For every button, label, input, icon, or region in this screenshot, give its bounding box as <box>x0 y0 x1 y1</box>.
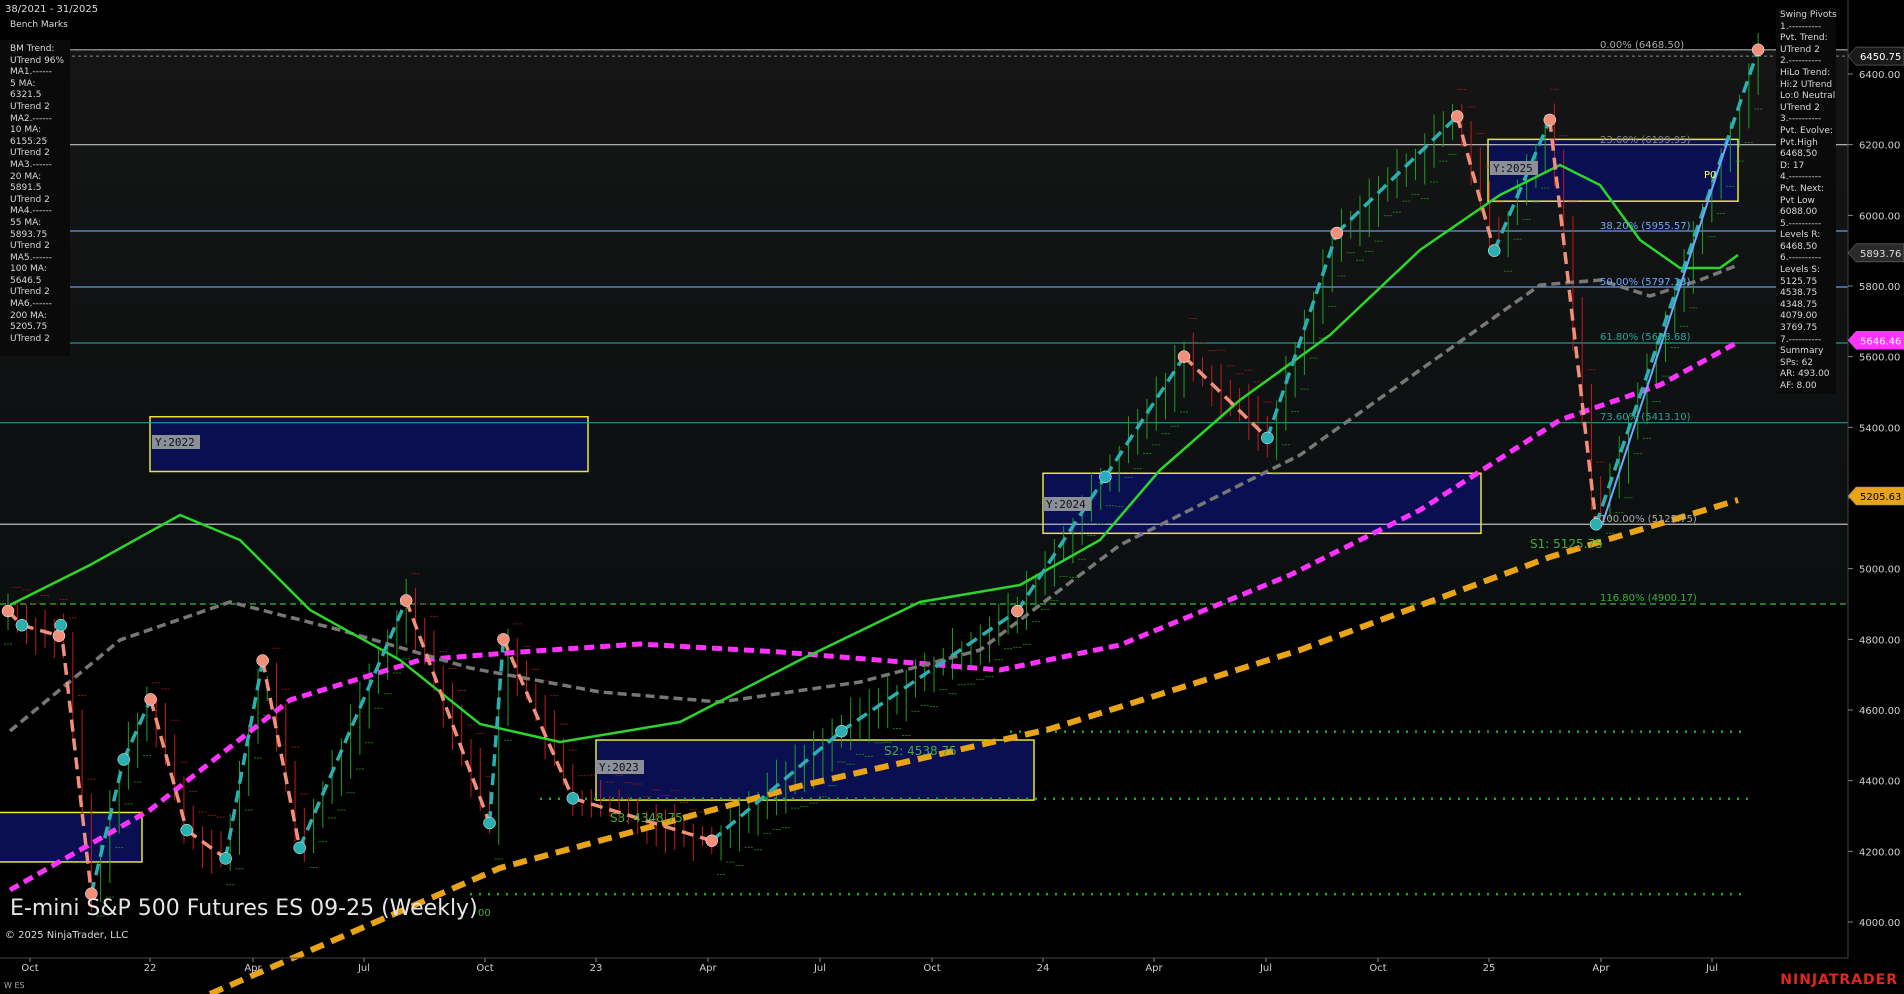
benchmarks-panel: BM Trend: UTrend 96% MA1.------ 5 MA: 63… <box>0 40 70 356</box>
x-tick-label: Apr <box>1145 963 1163 974</box>
swing-leg <box>260 660 302 849</box>
price-tag-label: 5893.76 <box>1860 249 1901 260</box>
swing-high-dot <box>1543 113 1557 127</box>
benchmarks-text: BM Trend: UTrend 96% MA1.------ 5 MA: 63… <box>10 44 65 344</box>
y-tick-label: 5600.00 <box>1859 353 1900 364</box>
x-tick-label: Jul <box>1705 963 1718 974</box>
y-tick-label: 4000.00 <box>1859 918 1900 929</box>
y-tick-label: 4400.00 <box>1859 777 1900 788</box>
swing-pivots-panel: Swing Pivots 1.---------- Pvt. Trend: UT… <box>1776 8 1837 394</box>
x-tick-label: Oct <box>923 963 940 974</box>
y-tick-label: 5000.00 <box>1859 565 1900 576</box>
swing-high-dot <box>144 693 157 706</box>
swing-leg <box>223 660 265 859</box>
y-tick-label: 5800.00 <box>1859 282 1900 293</box>
swing-leg <box>185 828 227 860</box>
swing-leg <box>487 639 506 824</box>
chart-title: E-mini S&P 500 Futures ES 09-25 (Weekly) <box>10 896 478 921</box>
y-tick-label: 4200.00 <box>1859 847 1900 858</box>
swing-high-dot <box>52 629 66 643</box>
x-tick-label: Oct <box>476 963 493 974</box>
y-tick-label: 6400.00 <box>1859 70 1900 81</box>
year-label: Y:2022 <box>155 436 195 449</box>
x-tick-label: Apr <box>244 963 262 974</box>
level-label: 61.80% (5638.68) <box>1600 332 1691 343</box>
swing-low-dot <box>835 724 848 738</box>
price-chart[interactable]: 0.00% (6468.50) 23.60% (6199.95) 38.20% (5… <box>0 0 1904 994</box>
x-tick-label: Apr <box>1592 963 1610 974</box>
y-tick-label: 4600.00 <box>1859 706 1900 717</box>
instrument-label: W ES <box>4 981 25 990</box>
level-label: 100.00% (5125.75) <box>1600 514 1697 525</box>
swing-leg <box>298 599 408 849</box>
x-tick-label: 22 <box>144 963 157 974</box>
swing-high-dot <box>1751 43 1765 57</box>
swing-high-dot <box>1450 110 1464 123</box>
level-label: 0.00% (6468.50) <box>1600 40 1684 51</box>
year-label: Y:2024 <box>1046 498 1086 511</box>
price-tag-label: 5646.46 <box>1860 336 1901 347</box>
y-tick-label: 4800.00 <box>1859 635 1900 646</box>
swing-high-dot <box>1177 350 1191 363</box>
date-range: 38/2021 - 31/2025 <box>5 4 99 15</box>
price-tag-label: 5205.63 <box>1860 492 1901 503</box>
swing-low-dot <box>117 753 130 766</box>
level-label: 00 <box>478 908 491 919</box>
swing-high-dot <box>1011 604 1024 618</box>
copyright: © 2025 NinjaTrader, LLC <box>5 930 129 941</box>
swing-leg <box>148 698 189 831</box>
swing-high-dot <box>1 604 15 618</box>
x-tick-label: Oct <box>21 963 38 974</box>
swing-low-dot <box>566 792 580 805</box>
swing-low-dot <box>1099 470 1112 484</box>
swing-low-dot <box>219 852 232 865</box>
level-label: P0 <box>1704 170 1716 181</box>
y-tick-label: 6200.00 <box>1859 141 1900 152</box>
swing-low-dot <box>1487 244 1501 257</box>
year-label: Y:2025 <box>1493 162 1533 175</box>
x-tick-label: Oct <box>1369 963 1386 974</box>
year-box <box>149 415 589 473</box>
y-tick-label: 6000.00 <box>1859 211 1900 222</box>
level-label: 116.80% (4900.17) <box>1600 593 1697 604</box>
x-tick-label: 25 <box>1483 963 1496 974</box>
swing-low-dot <box>15 618 29 632</box>
level-label: S3: 4348.75 <box>610 811 683 825</box>
level-label: S1: 5125.75 <box>1530 537 1603 551</box>
swing-low-dot <box>293 841 306 855</box>
swing-low-dot <box>1261 431 1274 445</box>
level-label: 73.60% (5413.10) <box>1600 412 1691 423</box>
swing-pivots-text: Swing Pivots 1.---------- Pvt. Trend: UT… <box>1780 10 1837 391</box>
x-tick-label: Jul <box>357 963 370 974</box>
x-tick-label: Jul <box>813 963 826 974</box>
bench-marks-label: Bench Marks <box>10 20 68 30</box>
swing-low-dot <box>54 618 68 632</box>
swing-high-dot <box>399 594 413 607</box>
x-tick-label: Apr <box>699 963 717 974</box>
swing-high-dot <box>256 654 269 667</box>
swing-high-dot <box>705 834 719 847</box>
year-label: Y:2023 <box>599 761 639 774</box>
level-label: 38.20% (5955.57) <box>1600 221 1691 232</box>
x-tick-label: Jul <box>1259 963 1272 974</box>
swing-high-dot <box>1330 226 1344 240</box>
y-tick-label: 5400.00 <box>1859 423 1900 434</box>
level-label: S2: 4538.75 <box>884 744 957 758</box>
level-label: 23.60% (6199.95) <box>1600 135 1691 146</box>
x-tick-label: 23 <box>590 963 603 974</box>
swing-low-dot <box>180 823 193 837</box>
swing-low-dot <box>483 816 496 830</box>
swing-leg <box>501 638 575 800</box>
swing-high-dot <box>497 633 510 646</box>
price-tag-label: 6450.75 <box>1860 52 1901 63</box>
level-label: 50.00% (5797.13) <box>1600 277 1691 288</box>
x-tick-label: 24 <box>1037 963 1050 974</box>
swing-leg <box>404 599 492 824</box>
ninjatrader-logo: NINJATRADER <box>1780 972 1898 988</box>
level-band <box>0 49 1848 604</box>
